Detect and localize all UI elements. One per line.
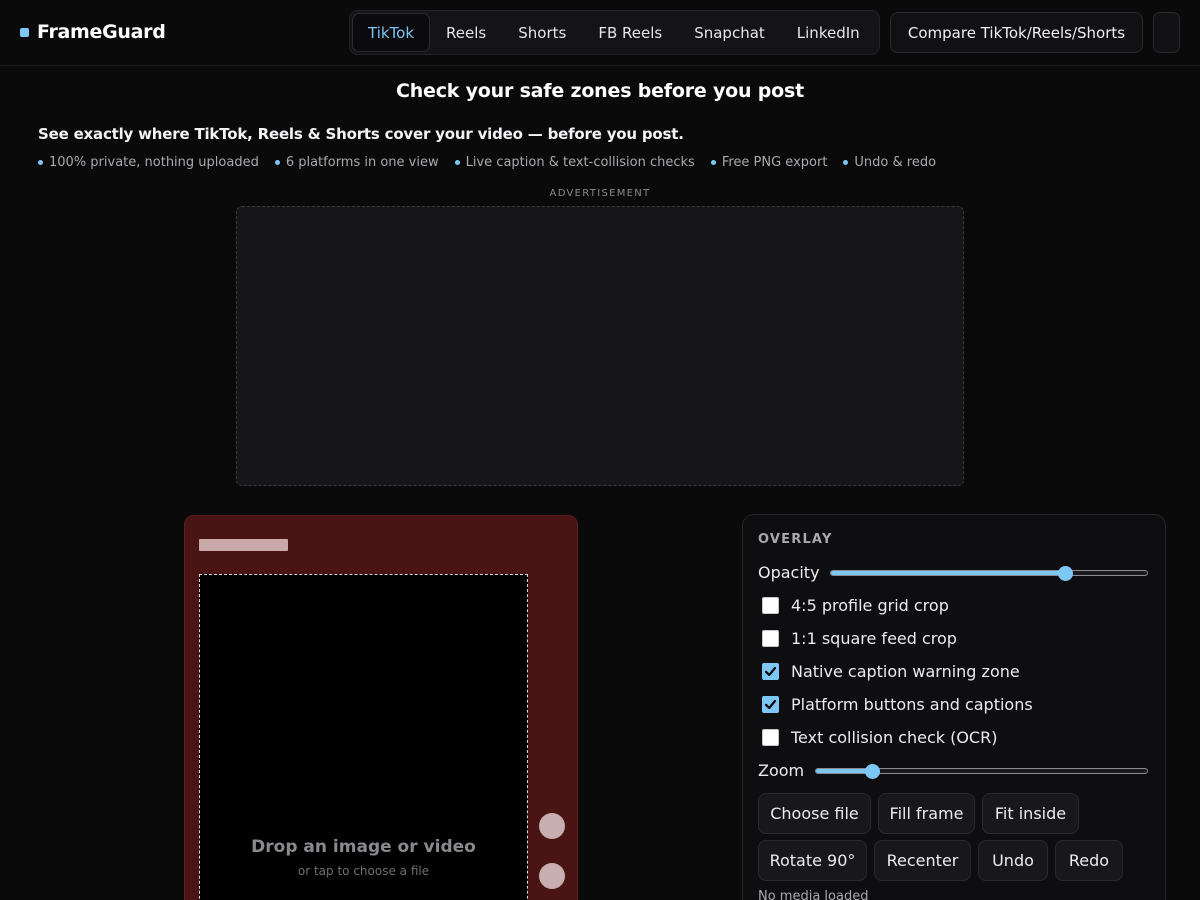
profile-grid-checkbox[interactable] xyxy=(762,597,779,614)
feature-item: Free PNG export xyxy=(710,155,828,170)
opacity-slider[interactable] xyxy=(830,566,1148,581)
panel-title: OVERLAY xyxy=(758,532,833,547)
page-title: Check your safe zones before you post xyxy=(395,80,805,102)
media-drop-zone[interactable]: Drop an image or video or tap to choose … xyxy=(199,574,528,900)
opacity-slider-thumb[interactable] xyxy=(1057,566,1073,581)
checkmark-icon xyxy=(764,699,777,710)
feature-label: Free PNG export xyxy=(721,155,828,170)
bullet-dot-icon xyxy=(38,160,43,165)
brand-logo[interactable]: FrameGuard xyxy=(20,19,166,45)
zoom-slider[interactable] xyxy=(815,764,1148,779)
feature-list: 100% private, nothing uploaded 6 platfor… xyxy=(38,155,936,170)
bullet-dot-icon xyxy=(274,160,280,165)
checkmark-icon xyxy=(764,666,777,677)
drop-zone-subtitle: or tap to choose a file xyxy=(297,864,430,878)
side-action-icon xyxy=(539,813,565,839)
tab-linkedin[interactable]: LinkedIn xyxy=(781,13,876,52)
checkbox-row-ocr[interactable]: Text collision check (OCR) xyxy=(762,728,997,747)
zoom-label: Zoom xyxy=(758,761,805,780)
caption-warning-checkbox[interactable] xyxy=(762,663,779,680)
checkbox-label: Text collision check (OCR) xyxy=(791,728,998,747)
undo-button[interactable]: Undo xyxy=(978,840,1048,881)
rotate-button[interactable]: Rotate 90° xyxy=(758,840,867,881)
opacity-slider-fill xyxy=(831,571,1065,575)
ad-label: ADVERTISEMENT xyxy=(549,188,651,199)
checkbox-row-caption-warning[interactable]: Native caption warning zone xyxy=(762,662,1020,681)
tab-tiktok[interactable]: TikTok xyxy=(352,13,431,52)
feature-item: Live caption & text-collision checks xyxy=(454,155,695,170)
platform-buttons-checkbox[interactable] xyxy=(762,696,779,713)
ocr-checkbox[interactable] xyxy=(762,729,779,746)
checkbox-row-profile-grid[interactable]: 4:5 profile grid crop xyxy=(762,596,949,615)
feature-label: Undo & redo xyxy=(854,155,937,170)
preview-top-bar xyxy=(199,539,288,551)
feature-item: 100% private, nothing uploaded xyxy=(38,155,259,170)
zoom-slider-fill xyxy=(816,769,873,773)
recenter-button[interactable]: Recenter xyxy=(874,840,971,881)
choose-file-button[interactable]: Choose file xyxy=(758,793,871,834)
bullet-dot-icon xyxy=(454,160,460,165)
menu-button[interactable] xyxy=(1153,12,1180,53)
fill-frame-button[interactable]: Fill frame xyxy=(878,793,975,834)
feature-item: Undo & redo xyxy=(843,155,936,170)
square-feed-checkbox[interactable] xyxy=(762,630,779,647)
side-action-icon xyxy=(539,863,565,889)
feature-label: 6 platforms in one view xyxy=(285,155,439,170)
bullet-dot-icon xyxy=(843,160,849,165)
platform-tabs: TikTok Reels Shorts FB Reels Snapchat Li… xyxy=(349,10,880,55)
tab-shorts[interactable]: Shorts xyxy=(502,13,582,52)
tab-reels[interactable]: Reels xyxy=(430,13,502,52)
tab-snapchat[interactable]: Snapchat xyxy=(678,13,781,52)
brand-mark-icon xyxy=(20,27,29,37)
fit-inside-button[interactable]: Fit inside xyxy=(982,793,1079,834)
feature-label: 100% private, nothing uploaded xyxy=(49,155,259,170)
top-header: FrameGuard TikTok Reels Shorts FB Reels … xyxy=(0,0,1200,66)
redo-button[interactable]: Redo xyxy=(1055,840,1123,881)
checkbox-label: Platform buttons and captions xyxy=(791,695,1033,714)
compare-button[interactable]: Compare TikTok/Reels/Shorts xyxy=(890,12,1143,53)
tab-fb-reels[interactable]: FB Reels xyxy=(582,13,678,52)
checkbox-row-platform-buttons[interactable]: Platform buttons and captions xyxy=(762,695,1033,714)
media-status: No media loaded xyxy=(758,889,869,900)
checkbox-row-square-feed[interactable]: 1:1 square feed crop xyxy=(762,629,957,648)
feature-label: Live caption & text-collision checks xyxy=(465,155,695,170)
bullet-dot-icon xyxy=(710,160,716,165)
checkbox-label: 1:1 square feed crop xyxy=(791,629,957,648)
overlay-panel: OVERLAY Opacity 4:5 profile grid crop 1:… xyxy=(742,514,1166,900)
opacity-label: Opacity xyxy=(758,563,820,582)
checkbox-label: Native caption warning zone xyxy=(791,662,1020,681)
brand-name: FrameGuard xyxy=(37,21,166,43)
zoom-slider-thumb[interactable] xyxy=(865,764,881,779)
phone-preview: Drop an image or video or tap to choose … xyxy=(184,515,578,900)
feature-item: 6 platforms in one view xyxy=(274,155,439,170)
tagline: See exactly where TikTok, Reels & Shorts… xyxy=(38,125,684,143)
ad-slot xyxy=(236,206,964,486)
checkbox-label: 4:5 profile grid crop xyxy=(791,596,949,615)
drop-zone-title: Drop an image or video xyxy=(251,837,476,857)
